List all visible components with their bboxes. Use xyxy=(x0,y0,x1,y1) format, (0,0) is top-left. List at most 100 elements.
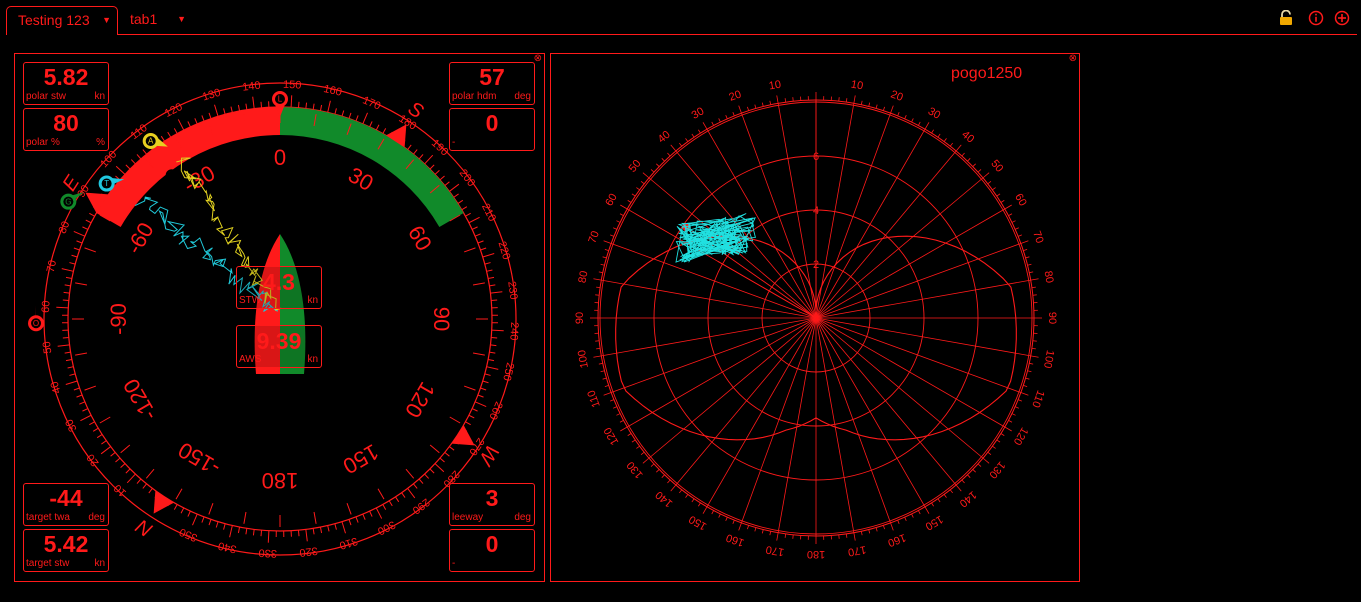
tab-dropdown-icon[interactable]: ▼ xyxy=(102,7,111,33)
tab-dropdown-icon[interactable]: ▼ xyxy=(177,6,186,32)
gauge-value: -44 xyxy=(49,485,83,511)
compass-tick xyxy=(160,135,165,142)
polar-tick xyxy=(679,489,683,494)
compass-tick xyxy=(192,513,198,526)
polar-angle-label: 40 xyxy=(959,129,976,146)
compass-tick xyxy=(490,344,497,347)
polar-tick xyxy=(593,278,602,281)
wind-angle-tick xyxy=(346,503,352,515)
polar-angle-label: 100 xyxy=(576,349,591,369)
polar-speed-label: 4 xyxy=(813,205,819,217)
stw-unit: kn xyxy=(307,295,318,306)
compass-tick xyxy=(471,408,478,412)
polar-tick xyxy=(711,121,715,126)
compass-tick xyxy=(136,154,142,160)
polar-angle-label: 160 xyxy=(886,531,907,549)
polar-tick xyxy=(698,129,701,134)
compass-tick xyxy=(142,483,147,489)
polar-angle-label: 20 xyxy=(889,88,905,103)
tab-tab1[interactable]: tab1 ▼ xyxy=(122,6,192,35)
polar-tick xyxy=(955,144,962,152)
wind-angle-tick xyxy=(377,488,385,500)
compass-tick xyxy=(449,183,460,192)
polar-angle-label: 30 xyxy=(926,105,943,122)
compass-tick xyxy=(73,231,86,237)
polar-angle-label: 140 xyxy=(653,488,675,509)
polar-angle-label: 80 xyxy=(577,270,591,284)
polar-tick xyxy=(631,193,636,197)
polar-tick xyxy=(761,529,764,534)
wind-angle-tick xyxy=(208,503,214,515)
compass-tick xyxy=(369,121,373,128)
polar-tick xyxy=(685,138,689,142)
lock-icon[interactable] xyxy=(1278,10,1294,26)
polar-tick xyxy=(982,172,990,179)
polar-tick xyxy=(937,498,941,503)
cardinal-pointer-w xyxy=(451,425,475,446)
aws-value: 9.39 xyxy=(256,328,302,354)
tab-testing-123[interactable]: Testing 123 ▼ xyxy=(6,6,118,35)
polar-tick xyxy=(640,181,645,185)
compass-degree-label: 170 xyxy=(361,94,383,112)
compass-degree-label: 30 xyxy=(63,417,79,433)
polar-tick xyxy=(917,121,921,126)
polar-tick xyxy=(702,122,708,130)
compass-tick xyxy=(305,529,308,542)
polar-tick xyxy=(784,533,787,538)
polar-tick xyxy=(698,502,701,507)
compass-tick xyxy=(100,446,111,455)
compass-tick xyxy=(229,525,233,538)
polar-tick xyxy=(627,200,632,203)
stw-label: STW xyxy=(239,295,262,306)
polar-tick xyxy=(931,502,934,507)
polar-angle-label: 10 xyxy=(850,79,864,93)
compass-tick xyxy=(429,468,435,474)
polar-angle-label: 30 xyxy=(690,105,707,122)
gauge-label: polar stw xyxy=(26,91,67,102)
compass-tick xyxy=(167,131,172,138)
polar-tick xyxy=(977,169,982,173)
compass-tick xyxy=(237,104,241,111)
wind-marker-t-label: T xyxy=(104,179,109,188)
compass-tick xyxy=(488,276,495,280)
compass-tick xyxy=(173,128,178,134)
compass-tick xyxy=(355,516,359,523)
add-icon[interactable] xyxy=(1334,10,1350,26)
compass-tick xyxy=(89,212,95,217)
polar-tick xyxy=(776,532,779,541)
compass-tick xyxy=(80,414,92,422)
polar-tick xyxy=(593,355,602,358)
polar-tick xyxy=(992,445,996,449)
gauge-unit: deg xyxy=(514,91,531,102)
gauge-polar-hdm: 57 polar hdm deg xyxy=(449,62,535,105)
polar-angle-label: 170 xyxy=(847,543,867,558)
polar-tick xyxy=(619,419,624,423)
compass-tick xyxy=(208,519,212,526)
info-icon[interactable] xyxy=(1308,10,1324,26)
compass-tick xyxy=(223,108,226,115)
compass-tick xyxy=(101,440,107,445)
compass-degree-label: 130 xyxy=(201,87,222,104)
polar-angle-label: 180 xyxy=(807,548,825,560)
polar-tick xyxy=(747,525,750,530)
compass-tick xyxy=(126,473,136,484)
polar-tick xyxy=(600,370,605,373)
compass-tick xyxy=(63,291,70,294)
compass-tick xyxy=(69,373,76,376)
aws-label: AWS xyxy=(239,354,262,365)
polar-tick xyxy=(904,516,907,521)
compass-tick xyxy=(71,254,78,258)
gauge-value: 5.82 xyxy=(43,64,89,90)
polar-tick xyxy=(670,144,677,152)
polar-radial-gridline xyxy=(648,317,817,459)
gauge-value: 0 xyxy=(485,531,499,557)
target-crosshair-icon xyxy=(165,169,178,182)
compass-degree-label: 250 xyxy=(500,361,516,382)
polar-tick xyxy=(769,100,772,105)
compass-tick xyxy=(69,262,76,265)
polar-tick xyxy=(602,377,607,380)
polar-tick xyxy=(911,118,914,123)
compass-tick xyxy=(434,463,445,473)
polar-angle-label: 80 xyxy=(1042,270,1056,284)
polar-tick xyxy=(747,106,750,111)
